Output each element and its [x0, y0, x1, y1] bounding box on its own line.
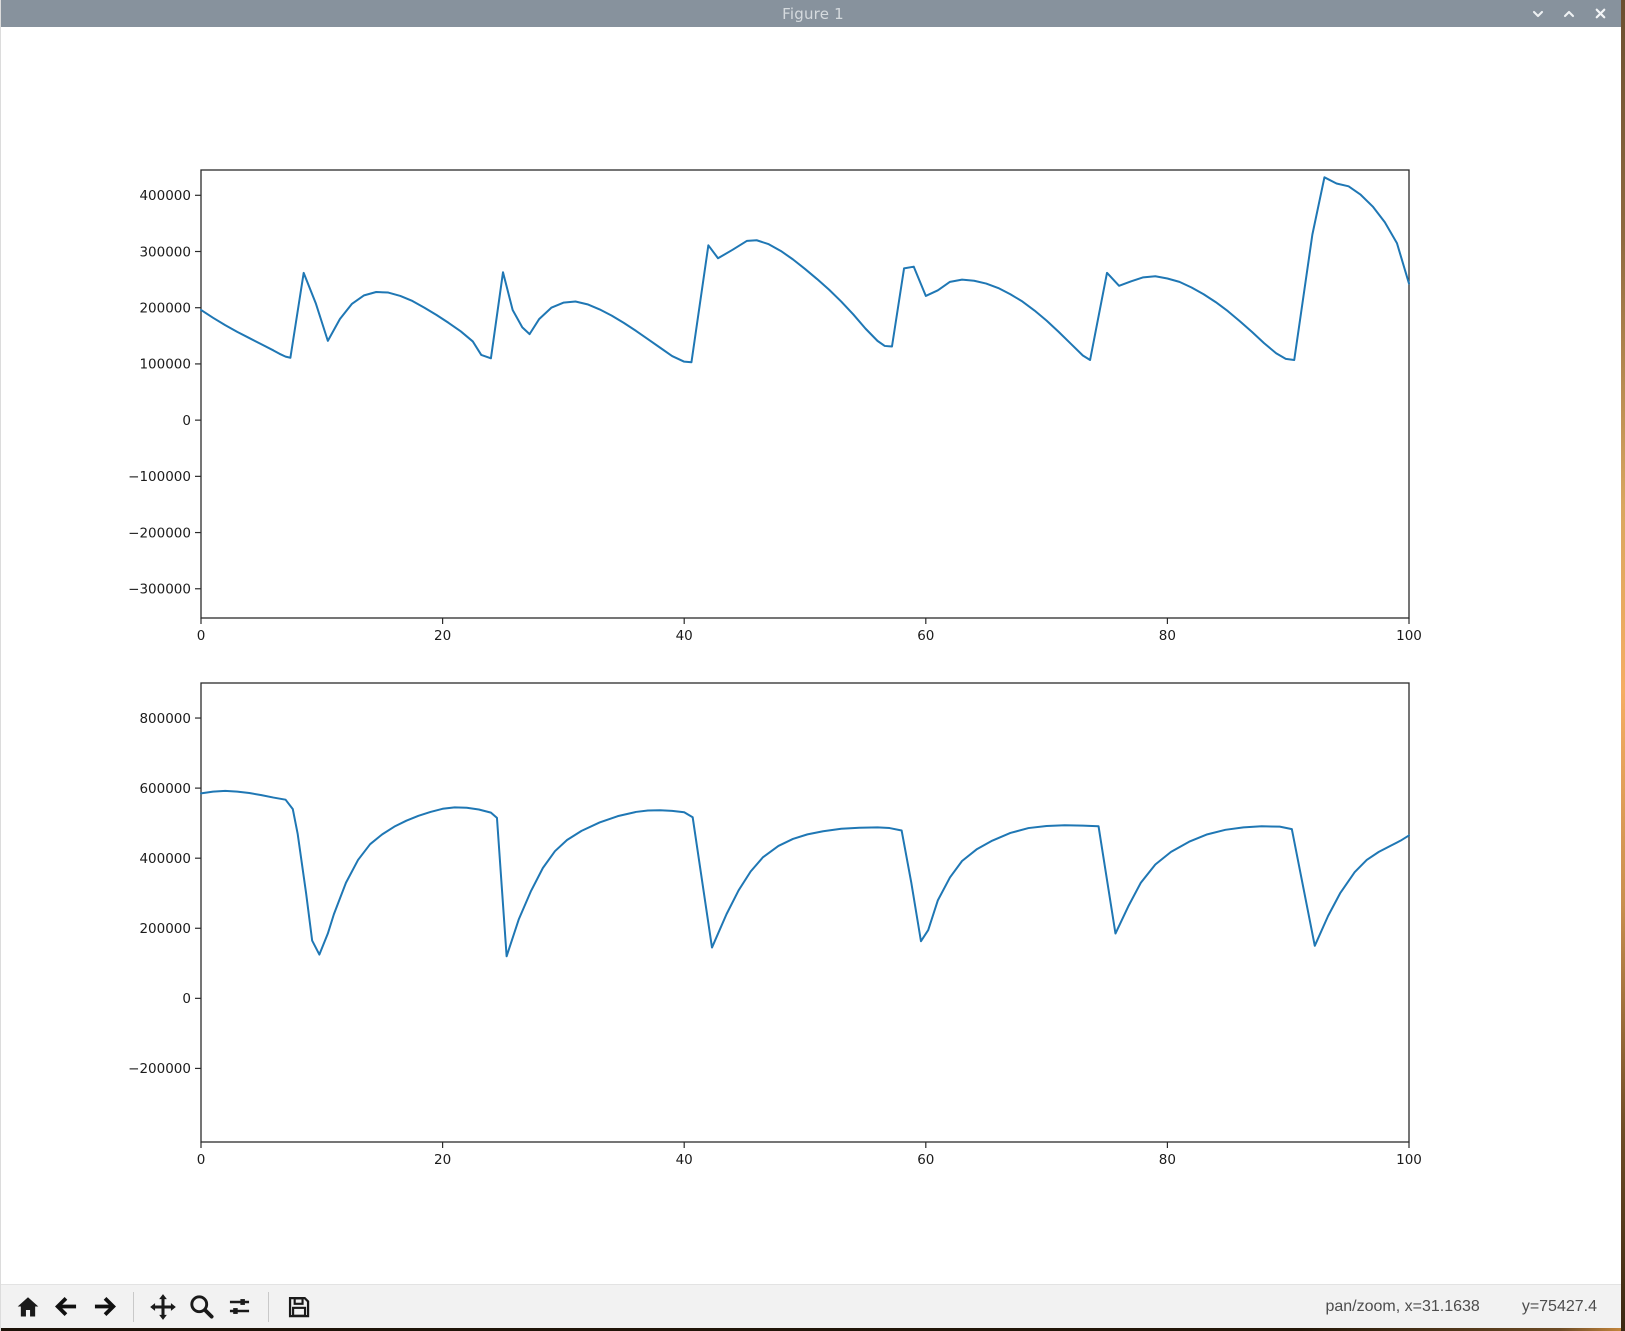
x-tick-label: 60 — [917, 1152, 934, 1168]
x-tick-label: 20 — [434, 628, 451, 644]
maximize-button[interactable] — [1558, 3, 1580, 25]
top-subplot[interactable]: 400000 300000 200000 100000 0 −100000 −200000 −… — [128, 169, 1422, 644]
y-tick-label: −200000 — [128, 525, 191, 541]
configure-subplots-button[interactable] — [222, 1290, 256, 1324]
chevron-up-icon — [1563, 10, 1575, 17]
home-icon — [17, 1296, 39, 1317]
x-tick-label: 100 — [1396, 1152, 1422, 1168]
y-tick-label: −200000 — [128, 1061, 191, 1077]
y-tick-label: −300000 — [128, 582, 191, 598]
x-tick-label: 60 — [917, 628, 934, 644]
y-tick-label: 100000 — [139, 357, 191, 373]
axes-frame — [200, 169, 1410, 619]
chevron-down-icon — [1532, 10, 1544, 17]
window-title: Figure 1 — [782, 4, 844, 23]
close-icon — [1595, 8, 1605, 19]
back-arrow-icon — [54, 1297, 76, 1316]
y-tick-label: 300000 — [139, 244, 191, 260]
save-floppy-icon — [288, 1296, 309, 1318]
zoom-magnifier-icon — [189, 1295, 214, 1319]
line-series — [200, 176, 1410, 364]
forward-arrow-icon — [94, 1297, 116, 1316]
y-tick-label: 400000 — [139, 188, 191, 204]
y-tick-label: −100000 — [128, 469, 191, 485]
pan-move-icon — [150, 1293, 176, 1320]
y-tick-label: 0 — [182, 991, 191, 1007]
x-tick-label: 80 — [1159, 1152, 1176, 1168]
y-tick-label: 200000 — [139, 301, 191, 317]
figure-canvas[interactable]: 400000 300000 200000 100000 0 −100000 −200000−… — [1, 27, 1622, 1284]
y-tick-label: 0 — [182, 413, 191, 429]
close-button[interactable] — [1589, 3, 1611, 25]
save-button[interactable] — [281, 1290, 315, 1324]
x-tick-label: 20 — [434, 1152, 451, 1168]
x-tick-label: 80 — [1159, 628, 1176, 644]
zoom-rect-button[interactable] — [184, 1290, 218, 1324]
toolbar-separator — [133, 1291, 134, 1322]
bottom-subplot[interactable]: 800000 600000 400000 200000 0 −200000 0 20 40 60 8… — [128, 682, 1422, 1168]
figure-window: Figure 1 400000 300000 200000 100000 0 −10000… — [0, 0, 1625, 1331]
home-button[interactable] — [11, 1290, 45, 1324]
x-tick-label: 0 — [197, 628, 206, 644]
toolbar-separator — [268, 1291, 269, 1322]
forward-button[interactable] — [87, 1290, 121, 1324]
window-right-accent-border — [1621, 0, 1625, 1331]
titlebar-controls — [1527, 0, 1611, 27]
x-tick-label: 40 — [676, 628, 693, 644]
status-mode-x: pan/zoom, x=31.1638 — [1325, 1298, 1480, 1315]
subplot-sliders-icon — [229, 1299, 249, 1314]
x-tick-label: 40 — [676, 1152, 693, 1168]
titlebar[interactable]: Figure 1 — [1, 0, 1625, 27]
x-tick-label: 100 — [1396, 628, 1422, 644]
y-tick-label: 600000 — [139, 781, 191, 797]
y-tick-label: 200000 — [139, 921, 191, 937]
minimize-button[interactable] — [1527, 3, 1549, 25]
y-tick-label: 800000 — [139, 711, 191, 727]
x-tick-label: 0 — [197, 1152, 206, 1168]
navigation-toolbar: pan/zoom, x=31.1638 y=75427.4 — [1, 1284, 1622, 1328]
axes-frame — [200, 682, 1410, 1143]
line-series — [200, 789, 1410, 958]
pan-button[interactable] — [146, 1290, 180, 1324]
back-button[interactable] — [49, 1290, 83, 1324]
y-tick-label: 400000 — [139, 851, 191, 867]
status-readout: pan/zoom, x=31.1638 y=75427.4 — [1325, 1285, 1597, 1329]
status-y: y=75427.4 — [1521, 1298, 1597, 1315]
